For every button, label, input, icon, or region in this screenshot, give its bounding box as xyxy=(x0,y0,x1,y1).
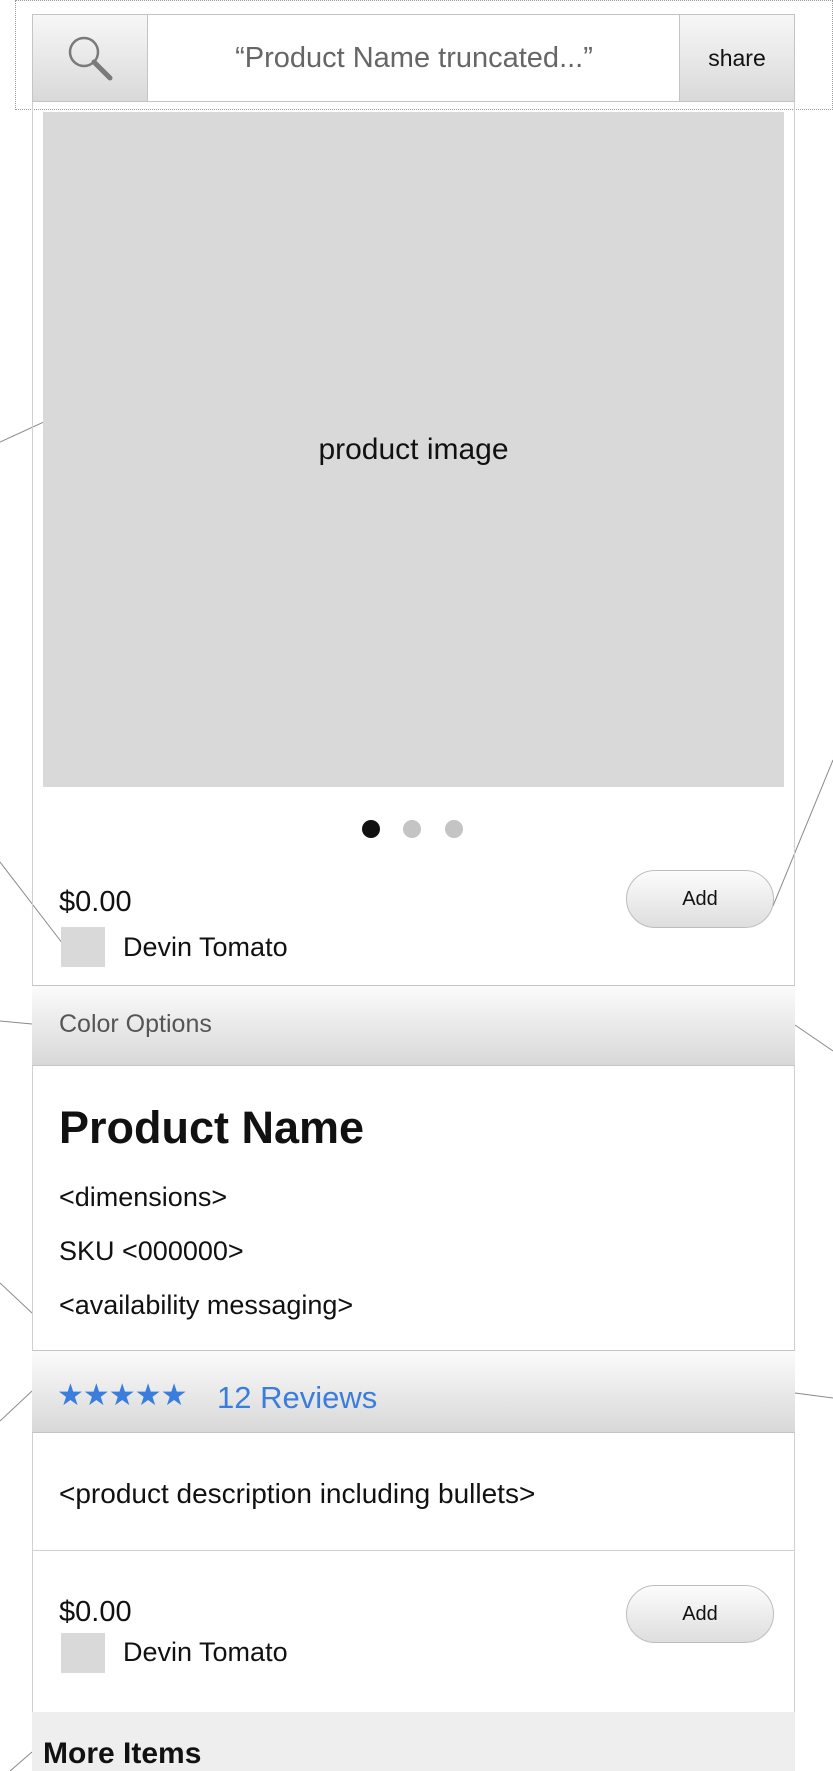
divider xyxy=(32,1550,795,1551)
search-icon xyxy=(68,36,113,81)
search-button[interactable] xyxy=(32,14,148,102)
more-items-title: More Items xyxy=(43,1737,202,1770)
star-rating-icon: ★★★★★ xyxy=(57,1379,187,1412)
carousel-dot[interactable] xyxy=(403,820,421,838)
share-button[interactable]: share xyxy=(679,14,795,102)
seller-name: Devin Tomato xyxy=(123,932,288,962)
availability-message: <availability messaging> xyxy=(59,1290,354,1320)
color-options-label: Color Options xyxy=(59,1010,212,1038)
price: $0.00 xyxy=(59,1596,132,1628)
product-image[interactable]: product image xyxy=(43,112,784,787)
add-button[interactable]: Add xyxy=(626,1585,774,1643)
product-image-label: product image xyxy=(318,432,509,466)
price: $0.00 xyxy=(59,886,132,918)
page-title: “Product Name truncated...” xyxy=(148,14,680,102)
add-button[interactable]: Add xyxy=(626,870,774,928)
product-dimensions: <dimensions> xyxy=(59,1182,228,1212)
annotation-line xyxy=(0,1390,33,1422)
reviews-link[interactable]: 12 Reviews xyxy=(217,1380,377,1416)
seller-avatar xyxy=(61,1633,105,1673)
seller-avatar xyxy=(61,927,105,967)
product-name: Product Name xyxy=(59,1102,365,1153)
annotation-line xyxy=(794,1392,833,1399)
seller-name: Devin Tomato xyxy=(123,1637,288,1667)
annotation-line xyxy=(794,1024,833,1052)
annotation-line xyxy=(0,1282,33,1314)
carousel-dot-active[interactable] xyxy=(362,820,380,838)
carousel-dot[interactable] xyxy=(445,820,463,838)
product-sku: SKU <000000> xyxy=(59,1236,244,1266)
annotation-line xyxy=(0,1020,33,1025)
annotation-line xyxy=(9,1751,33,1771)
product-description: <product description including bullets> xyxy=(59,1478,536,1509)
